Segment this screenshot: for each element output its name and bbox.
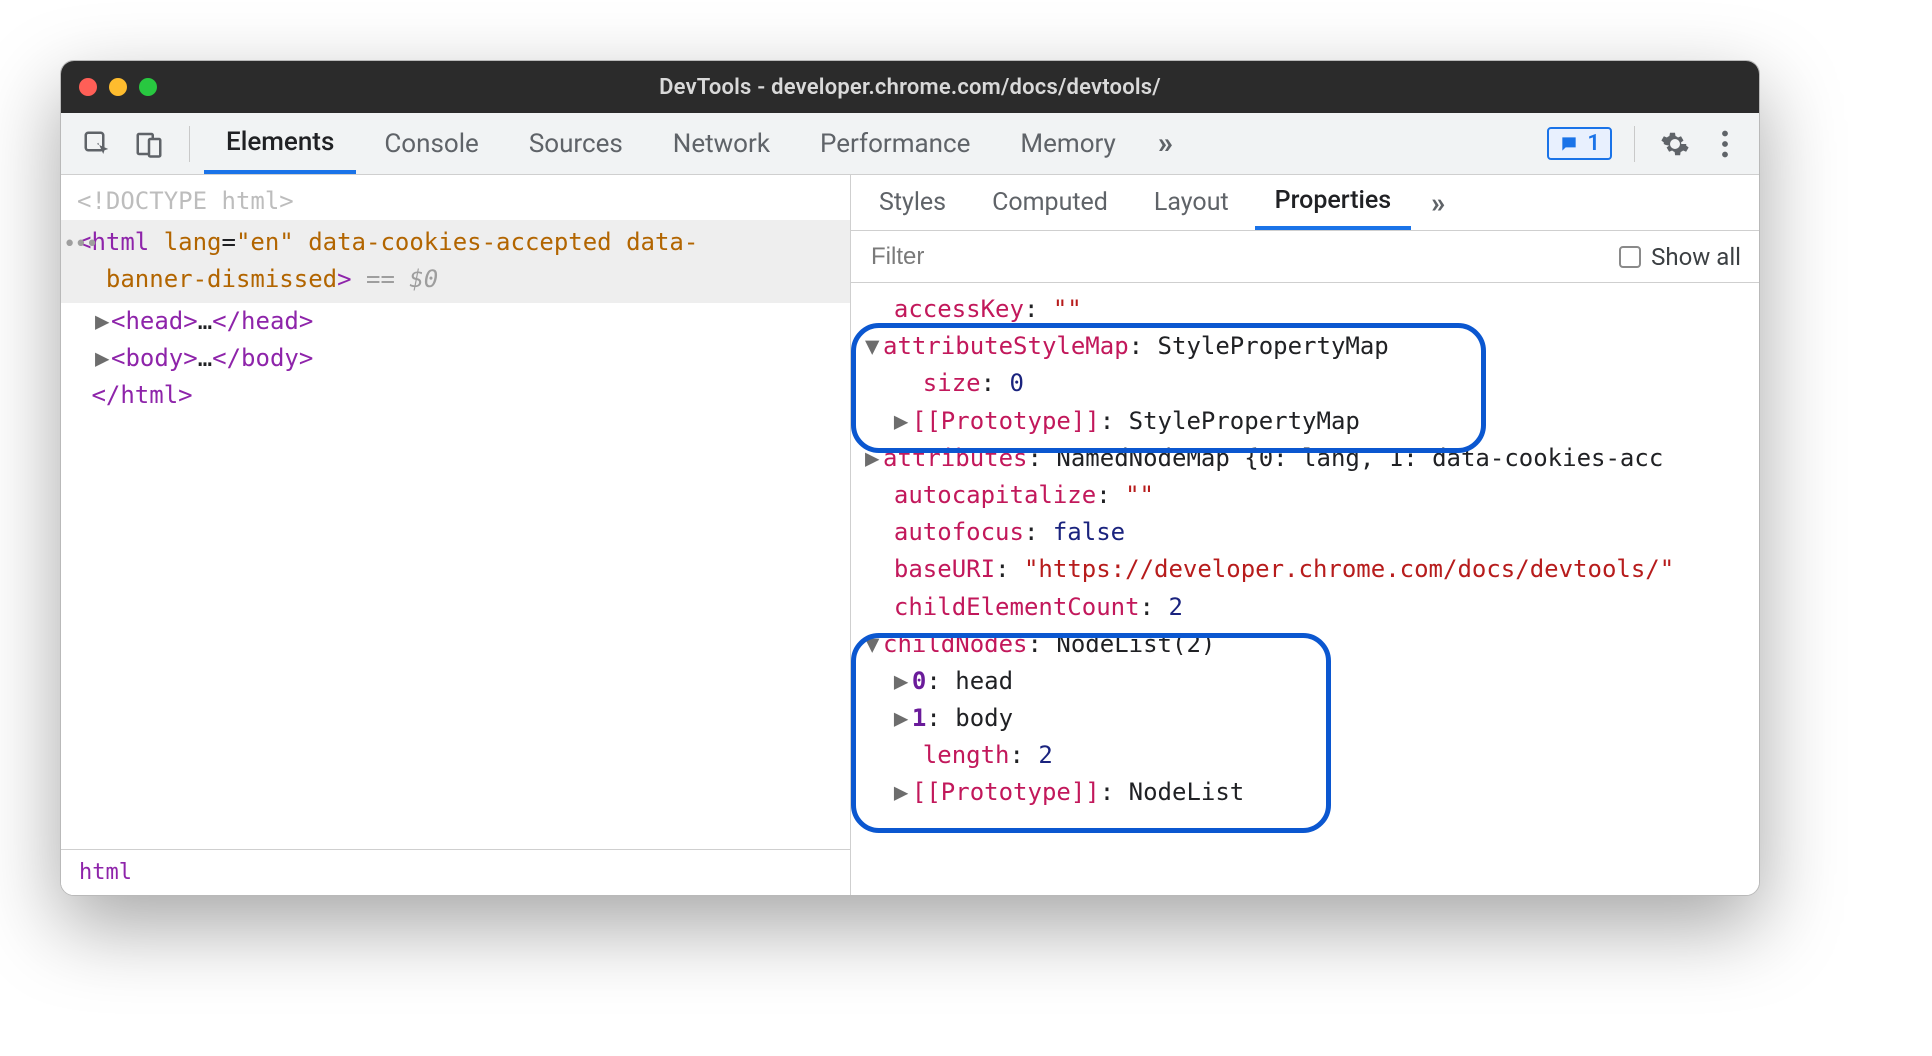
sidebar-tabs: Styles Computed Layout Properties » xyxy=(851,175,1759,231)
breadcrumb-item[interactable]: html xyxy=(79,860,132,885)
breadcrumb[interactable]: html xyxy=(61,849,850,895)
devtools-window: DevTools - developer.chrome.com/docs/dev… xyxy=(60,60,1760,896)
prop-attributes[interactable]: ▶attributes: NamedNodeMap {0: lang, 1: d… xyxy=(865,440,1759,477)
subtab-label: Properties xyxy=(1275,186,1392,215)
prop-autofocus[interactable]: autofocus: false xyxy=(865,514,1759,551)
elements-panel: <!DOCTYPE html> ••• <html lang="en" data… xyxy=(61,175,851,895)
prop-baseuri[interactable]: baseURI: "https://developer.chrome.com/d… xyxy=(865,551,1759,588)
device-toggle-icon[interactable] xyxy=(129,124,169,164)
head-node[interactable]: ▶<head>…</head> xyxy=(61,303,850,340)
minimize-icon[interactable] xyxy=(109,78,127,96)
filter-row: Show all xyxy=(851,231,1759,283)
prop-cn-length[interactable]: length: 2 xyxy=(865,737,1759,774)
subtab-styles[interactable]: Styles xyxy=(859,175,966,230)
maximize-icon[interactable] xyxy=(139,78,157,96)
subtab-label: Computed xyxy=(992,188,1108,217)
titlebar: DevTools - developer.chrome.com/docs/dev… xyxy=(61,61,1759,113)
show-all-label: Show all xyxy=(1651,243,1741,271)
prop-childelementcount[interactable]: childElementCount: 2 xyxy=(865,589,1759,626)
tab-console[interactable]: Console xyxy=(362,113,500,174)
more-options-icon[interactable] xyxy=(1707,126,1743,162)
separator xyxy=(189,126,190,162)
prop-cn-proto[interactable]: ▶[[Prototype]]: NodeList xyxy=(865,774,1759,811)
separator xyxy=(1634,126,1635,162)
tab-label: Sources xyxy=(529,129,623,159)
subtab-label: Layout xyxy=(1154,188,1229,217)
window-title: DevTools - developer.chrome.com/docs/dev… xyxy=(61,75,1759,100)
tab-label: Memory xyxy=(1020,129,1115,159)
prop-attributestylemap[interactable]: ▼attributeStyleMap: StylePropertyMap xyxy=(865,328,1759,365)
traffic-lights xyxy=(79,78,157,96)
prop-asm-size[interactable]: size: 0 xyxy=(865,365,1759,402)
eq0-marker: == $0 xyxy=(352,265,439,293)
body-node[interactable]: ▶<body>…</body> xyxy=(61,340,850,377)
more-tabs-icon[interactable]: » xyxy=(1144,113,1187,174)
tab-performance[interactable]: Performance xyxy=(798,113,992,174)
tab-memory[interactable]: Memory xyxy=(998,113,1137,174)
subtab-properties[interactable]: Properties xyxy=(1255,175,1412,230)
main-toolbar: Elements Console Sources Network Perform… xyxy=(61,113,1759,175)
inspect-element-icon[interactable] xyxy=(77,124,117,164)
prop-autocapitalize[interactable]: autocapitalize: "" xyxy=(865,477,1759,514)
close-icon[interactable] xyxy=(79,78,97,96)
show-all-toggle[interactable]: Show all xyxy=(1619,243,1741,271)
chat-icon xyxy=(1559,134,1579,154)
prop-accesskey[interactable]: accessKey: "" xyxy=(865,291,1759,328)
tab-label: Network xyxy=(673,129,770,159)
subtab-computed[interactable]: Computed xyxy=(972,175,1128,230)
selected-element-row[interactable]: ••• <html lang="en" data-cookies-accepte… xyxy=(61,220,850,302)
messages-count: 1 xyxy=(1587,131,1600,156)
subtab-label: Styles xyxy=(879,188,946,217)
sidebar-panel: Styles Computed Layout Properties » Show… xyxy=(851,175,1759,895)
tab-elements[interactable]: Elements xyxy=(204,113,356,174)
prop-asm-proto[interactable]: ▶[[Prototype]]: StylePropertyMap xyxy=(865,403,1759,440)
more-subtabs-icon[interactable]: » xyxy=(1417,186,1459,219)
filter-input[interactable] xyxy=(869,242,1605,272)
prop-cn-1[interactable]: ▶1: body xyxy=(865,700,1759,737)
prop-childnodes[interactable]: ▼childNodes: NodeList(2) xyxy=(865,626,1759,663)
checkbox-icon[interactable] xyxy=(1619,246,1641,268)
subtab-layout[interactable]: Layout xyxy=(1134,175,1249,230)
tab-sources[interactable]: Sources xyxy=(507,113,645,174)
tab-network[interactable]: Network xyxy=(651,113,792,174)
panes: <!DOCTYPE html> ••• <html lang="en" data… xyxy=(61,175,1759,895)
tab-label: Console xyxy=(384,129,478,159)
html-close-node[interactable]: </html> xyxy=(61,377,850,414)
doctype-row[interactable]: <!DOCTYPE html> xyxy=(61,183,850,220)
dom-tree[interactable]: <!DOCTYPE html> ••• <html lang="en" data… xyxy=(61,175,850,849)
ellipsis-icon: ••• xyxy=(63,228,97,262)
messages-badge[interactable]: 1 xyxy=(1547,127,1612,160)
tab-label: Elements xyxy=(226,127,334,157)
settings-icon[interactable] xyxy=(1657,126,1693,162)
properties-list[interactable]: accessKey: "" ▼attributeStyleMap: StyleP… xyxy=(851,283,1759,895)
panel-tabs: Elements Console Sources Network Perform… xyxy=(204,113,1187,174)
prop-cn-0[interactable]: ▶0: head xyxy=(865,663,1759,700)
tab-label: Performance xyxy=(820,129,970,159)
